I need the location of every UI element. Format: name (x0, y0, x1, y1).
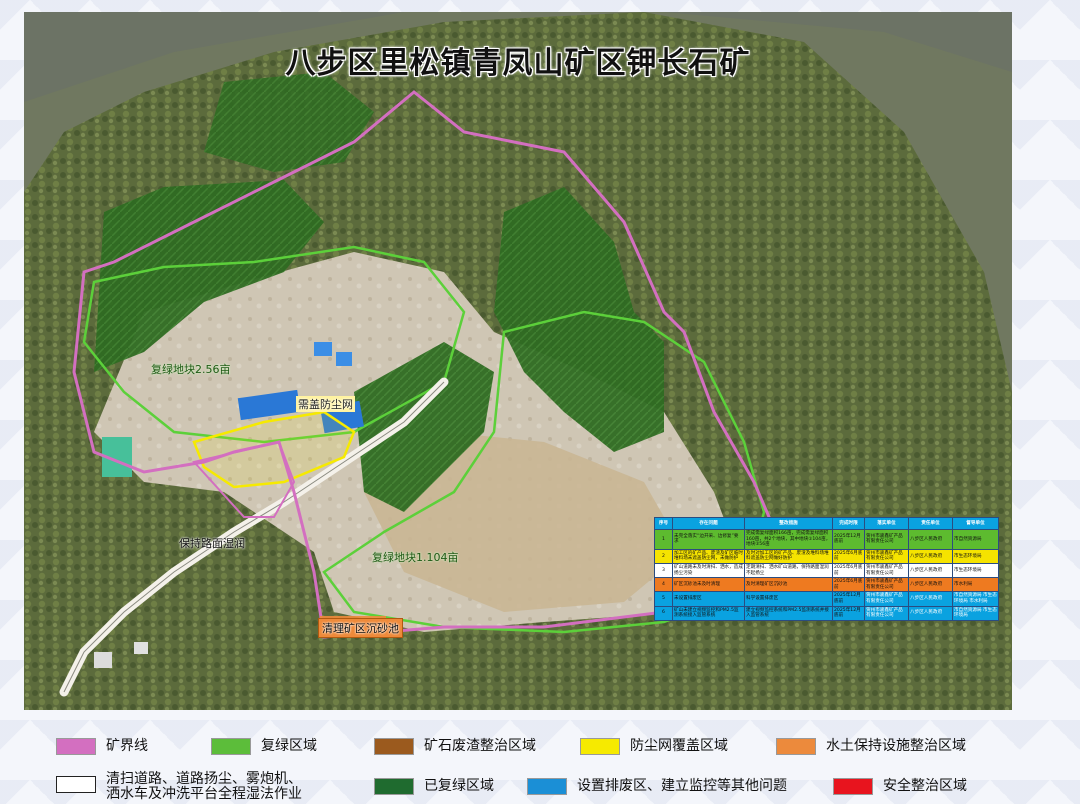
label-restored-area-right: 复绿地块1.104亩 (372, 551, 459, 564)
table-cell-implementer: 贺州市骏鑫矿产品有限责任公司 (864, 605, 909, 621)
legend-label: 已复绿区域 (424, 778, 494, 794)
aerial-map[interactable]: 八步区里松镇青凤山矿区钾长石矿 复绿地块2.56亩 需盖防尘网 保持路面湿润 复… (24, 12, 1012, 710)
table-cell-deadline: 2025年12月底前 (832, 529, 865, 550)
table-cell-measure: 完成需复绿面积166亩，完成需复绿面积160亩，共2个地块，其中地块①104亩，… (744, 529, 833, 550)
legend-item-restore: 复绿区域 (211, 738, 317, 755)
table-cell-no: 4 (654, 577, 673, 593)
table-row: 2 加工区的矿产品、废渣及矿区临时堆料场未遮盖防尘网，未做防护 及时对加工区的矿产品… (654, 548, 999, 564)
table-cell-responsible: 八步区人民政府 (908, 591, 953, 607)
table-cell-implementer: 贺州市骏鑫矿产品有限责任公司 (864, 529, 909, 550)
table-cell-deadline: 2025年6月底前 (832, 562, 865, 579)
table-cell-measure: 及时对加工区的矿产品、废渣及堆料场堆料遮盖防尘网做好防护 (744, 548, 833, 564)
map-legend: 矿界线 复绿区域 矿石废渣整治区域 防尘网覆盖区域 水土保持设施整治区域 清扫道… (0, 728, 1080, 804)
table-cell-responsible: 八步区人民政府 (908, 562, 953, 579)
table-cell-deadline: 2025年6月底前 (832, 577, 865, 593)
table-cell-problem: 矿区沉砂池未及时清理 (672, 577, 745, 593)
legend-swatch (527, 778, 567, 795)
building (94, 652, 112, 668)
legend-label: 矿界线 (106, 738, 148, 754)
legend-label: 洒水车及冲洗平台全程湿法作业 (106, 786, 302, 802)
table-header-cell: 整改措施 (744, 517, 833, 530)
table-header-cell: 落实单位 (864, 517, 909, 530)
label-clean-sediment: 清理矿区沉砂池 (318, 618, 403, 638)
table-cell-supervisor: 市自然资源局 市生态环境局 (952, 605, 999, 621)
blue-roof-building (314, 342, 332, 356)
table-cell-no: 6 (654, 605, 673, 621)
table-cell-deadline: 2025年12月底前 (832, 605, 865, 621)
building (134, 642, 148, 654)
table-row: 1 未完全落实“边开采、边修复”要求 完成需复绿面积166亩，完成需复绿面积160亩… (654, 529, 999, 550)
table-cell-deadline: 2025年6月底前 (832, 548, 865, 564)
table-cell-supervisor: 市生态环境局 (952, 562, 999, 579)
table-header-cell: 责任单位 (908, 517, 953, 530)
legend-item-soil: 水土保持设施整治区域 (776, 738, 966, 755)
label-road-wet: 保持路面湿润 (179, 537, 245, 550)
table-cell-responsible: 八步区人民政府 (908, 548, 953, 564)
table-cell-no: 2 (654, 548, 673, 564)
legend-swatch (776, 738, 816, 755)
legend-label: 清扫道路、道路扬尘、雾炮机、 (106, 771, 302, 787)
table-cell-supervisor: 市生态环境局 (952, 548, 999, 564)
label-restored-area-left: 复绿地块2.56亩 (151, 363, 231, 376)
legend-item-road: 清扫道路、道路扬尘、雾炮机、 洒水车及冲洗平台全程湿法作业 (56, 772, 302, 802)
legend-label: 安全整治区域 (883, 778, 967, 794)
table-cell-supervisor: 市自然资源局 市生态环境局 市水利局 (952, 591, 999, 607)
legend-swatch (580, 738, 620, 755)
table-cell-measure: 建立视频监控系统和PM2.5监测系统并接入监管系统 (744, 605, 833, 621)
table-cell-problem: 加工区的矿产品、废渣及矿区临时堆料场未遮盖防尘网，未做防护 (672, 548, 745, 564)
table-cell-no: 5 (654, 591, 673, 607)
table-cell-implementer: 贺州市骏鑫矿产品有限责任公司 (864, 562, 909, 579)
table-cell-measure: 科学设置排废区 (744, 591, 833, 607)
legend-item-dust: 防尘网覆盖区域 (580, 738, 728, 755)
table-row: 4 矿区沉砂池未及时清理 及时清理矿区沉砂池 2025年6月底前 贺州市骏鑫矿产品有限责… (654, 577, 999, 593)
table-cell-implementer: 贺州市骏鑫矿产品有限责任公司 (864, 591, 909, 607)
legend-swatch (211, 738, 251, 755)
table-cell-no: 1 (654, 529, 673, 550)
legend-item-safety: 安全整治区域 (833, 778, 967, 795)
table-cell-problem: 矿山未建立视频监控和PM2.5监测系统接入监管系统 (672, 605, 745, 621)
table-cell-responsible: 八步区人民政府 (908, 605, 953, 621)
legend-swatch (56, 776, 96, 793)
legend-item-restored: 已复绿区域 (374, 778, 494, 795)
table-cell-responsible: 八步区人民政府 (908, 577, 953, 593)
legend-label: 防尘网覆盖区域 (630, 738, 728, 754)
map-title: 八步区里松镇青凤山矿区钾长石矿 (285, 46, 751, 81)
table-cell-problem: 未设置排废区 (672, 591, 745, 607)
legend-item-other: 设置排废区、建立监控等其他问题 (527, 778, 787, 795)
table-cell-measure: 定期清扫、洒水矿山道路，保持路面湿润不起扬尘 (744, 562, 833, 579)
table-row: 5 未设置排废区 科学设置排废区 2025年12月底前 贺州市骏鑫矿产品有限责任公司 八步… (654, 591, 999, 607)
table-cell-implementer: 贺州市骏鑫矿产品有限责任公司 (864, 577, 909, 593)
table-header-cell: 完成时限 (832, 517, 865, 530)
blue-roof-building (336, 352, 352, 366)
legend-swatch (374, 778, 414, 795)
label-dust-net: 需盖防尘网 (296, 396, 355, 412)
table-header-row: 序号 存在问题 整改措施 完成时限 落实单位 责任单位 督导单位 (654, 517, 999, 530)
legend-swatch (374, 738, 414, 755)
legend-label: 水土保持设施整治区域 (826, 738, 966, 754)
table-cell-supervisor: 市水利局 (952, 577, 999, 593)
legend-swatch (56, 738, 96, 755)
table-row: 3 矿山道路未及时清扫、洒水，造成扬尘污染 定期清扫、洒水矿山道路，保持路面湿润不起… (654, 562, 999, 579)
legend-label: 矿石废渣整治区域 (424, 738, 536, 754)
table-cell-deadline: 2025年12月底前 (832, 591, 865, 607)
legend-label: 复绿区域 (261, 738, 317, 754)
table-cell-responsible: 八步区人民政府 (908, 529, 953, 550)
table-cell-problem: 矿山道路未及时清扫、洒水，造成扬尘污染 (672, 562, 745, 579)
legend-item-waste: 矿石废渣整治区域 (374, 738, 536, 755)
table-cell-problem: 未完全落实“边开采、边修复”要求 (672, 529, 745, 550)
table-cell-implementer: 贺州市骏鑫矿产品有限责任公司 (864, 548, 909, 564)
legend-label: 设置排废区、建立监控等其他问题 (577, 778, 787, 794)
legend-item-boundary: 矿界线 (56, 738, 148, 755)
table-row: 6 矿山未建立视频监控和PM2.5监测系统接入监管系统 建立视频监控系统和PM2.5… (654, 605, 999, 621)
table-cell-measure: 及时清理矿区沉砂池 (744, 577, 833, 593)
legend-swatch (833, 778, 873, 795)
table-cell-supervisor: 市自然资源局 (952, 529, 999, 550)
legend-label-group: 清扫道路、道路扬尘、雾炮机、 洒水车及冲洗平台全程湿法作业 (96, 772, 302, 802)
table-header-cell: 督导单位 (952, 517, 999, 530)
table-header-cell: 存在问题 (672, 517, 745, 530)
rectification-table: 序号 存在问题 整改措施 完成时限 落实单位 责任单位 督导单位 1 未完全落实“… (654, 517, 999, 621)
table-header-cell: 序号 (654, 517, 673, 530)
table-cell-no: 3 (654, 562, 673, 579)
